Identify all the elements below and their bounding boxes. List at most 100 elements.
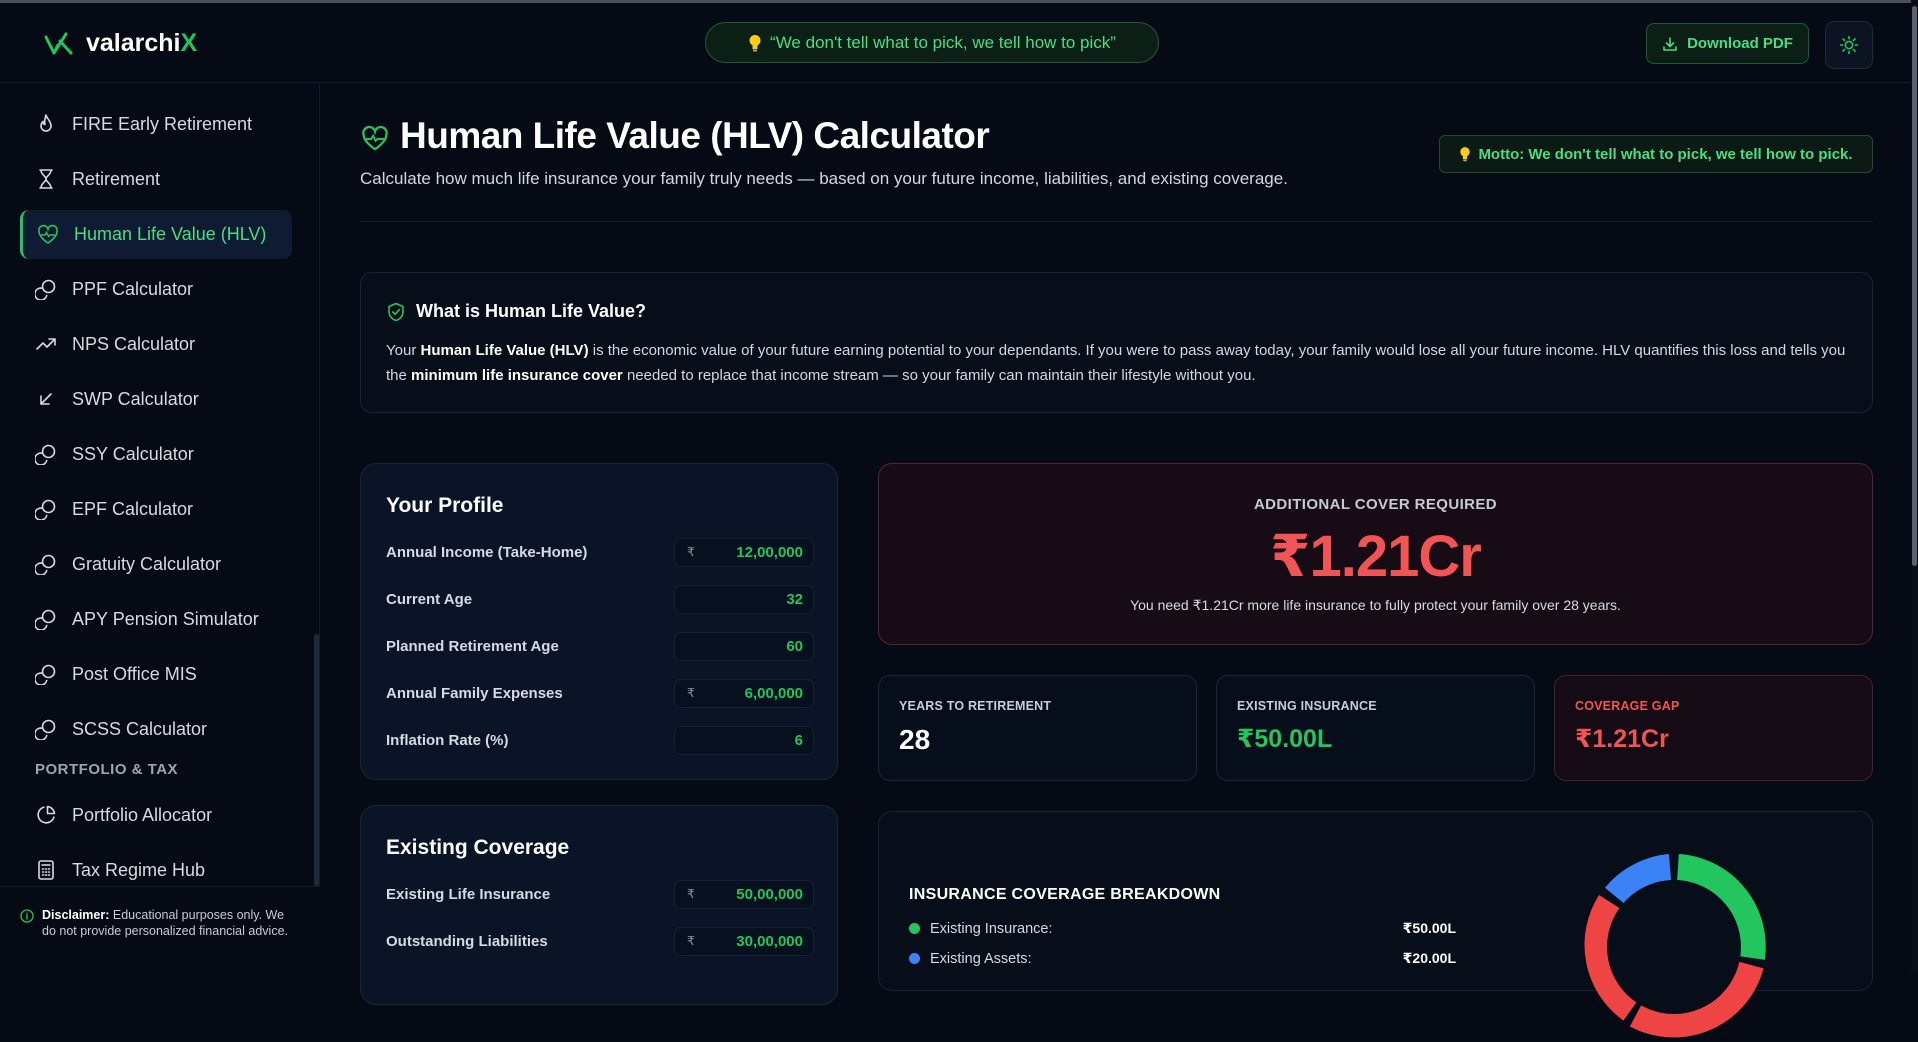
trending-up-icon: [36, 338, 56, 350]
coins-icon: [35, 609, 56, 630]
sidebar-item-label: NPS Calculator: [72, 333, 196, 354]
result-label: ADDITIONAL COVER REQUIRED: [1253, 496, 1498, 513]
sidebar-item-post-office-mis[interactable]: Post Office MIS: [20, 650, 292, 698]
logo-text: valarchiX: [86, 29, 198, 57]
shield-check-icon: [388, 302, 404, 322]
annual-income-row: Annual Income (Take-Home) ₹12,00,000: [386, 537, 814, 567]
stat-label: COVERAGE GAP: [1575, 699, 1680, 713]
current-age-row: Current Age 32: [386, 584, 814, 614]
motto-badge: Motto: We don't tell what to pick, we te…: [1439, 135, 1873, 173]
sidebar-item-label: Tax Regime Hub: [72, 859, 206, 880]
input-value: 50,00,000: [736, 885, 803, 903]
page-scrollbar-thumb[interactable]: [1912, 6, 1917, 566]
sidebar-scrollbar[interactable]: [314, 634, 319, 886]
header-divider: [360, 221, 1873, 222]
sidebar-item-hlv[interactable]: Human Life Value (HLV): [20, 210, 292, 259]
rupee-icon: ₹: [687, 686, 695, 700]
logo-mark-icon: [44, 32, 73, 54]
info-circle-icon: [20, 909, 34, 923]
disclaimer-footer: Disclaimer: Educational purposes only. W…: [0, 886, 320, 972]
sun-icon: [1839, 35, 1859, 55]
existing-insurance-input[interactable]: ₹50,00,000: [674, 879, 814, 909]
sidebar-item-apy[interactable]: APY Pension Simulator: [20, 595, 292, 643]
coins-icon: [35, 719, 56, 740]
coins-icon: [35, 499, 56, 520]
profile-panel: Your Profile Annual Income (Take-Home) ₹…: [360, 463, 838, 780]
legend-dot: [909, 953, 920, 964]
stat-label: YEARS TO RETIREMENT: [899, 699, 1052, 713]
coins-icon: [35, 279, 56, 300]
download-icon: [1663, 36, 1677, 51]
sidebar-item-label: Retirement: [72, 168, 161, 189]
breakdown-row: Existing Assets: ₹20.00L: [909, 950, 1456, 967]
sidebar-item-portfolio-allocator[interactable]: Portfolio Allocator: [20, 791, 292, 839]
sidebar-item-label: PPF Calculator: [72, 278, 194, 299]
coins-icon: [35, 554, 56, 575]
current-age-input[interactable]: 32: [674, 584, 814, 614]
hourglass-icon: [39, 169, 53, 189]
sidebar-item-ppf[interactable]: PPF Calculator: [20, 265, 292, 313]
sidebar-item-label: APY Pension Simulator: [72, 608, 259, 629]
sidebar-item-nps[interactable]: NPS Calculator: [20, 320, 292, 368]
breakdown-row: Existing Insurance: ₹50.00L: [909, 920, 1456, 937]
sidebar: FIRE Early Retirement Retirement Human L…: [0, 84, 320, 972]
profile-panel-title: Your Profile: [386, 494, 504, 517]
sidebar-item-retirement[interactable]: Retirement: [20, 155, 292, 203]
sidebar-item-ssy[interactable]: SSY Calculator: [20, 430, 292, 478]
retirement-age-row: Planned Retirement Age 60: [386, 631, 814, 661]
sidebar-item-swp[interactable]: SWP Calculator: [20, 375, 292, 423]
page-subtitle: Calculate how much life insurance your f…: [360, 169, 1288, 188]
field-label: Current Age: [386, 590, 473, 608]
outstanding-liabilities-input[interactable]: ₹30,00,000: [674, 926, 814, 956]
field-label: Annual Income (Take-Home): [386, 543, 588, 561]
coins-icon: [35, 664, 56, 685]
input-value: 32: [786, 590, 803, 608]
download-pdf-button[interactable]: Download PDF: [1646, 23, 1809, 64]
years-to-retirement-card: YEARS TO RETIREMENT 28: [878, 675, 1197, 781]
sidebar-item-label: FIRE Early Retirement: [72, 113, 253, 134]
annual-income-input[interactable]: ₹12,00,000: [674, 537, 814, 567]
breakdown-value: ₹50.00L: [1402, 920, 1456, 936]
stat-value: 28: [899, 724, 931, 755]
inflation-rate-input[interactable]: 6: [674, 725, 814, 755]
input-value: 30,00,000: [736, 932, 803, 950]
breakdown-label: Existing Assets:: [930, 950, 1032, 967]
download-pdf-label: Download PDF: [1687, 35, 1793, 52]
sidebar-section-heading: PORTFOLIO & TAX: [35, 761, 179, 778]
sidebar-item-label: Human Life Value (HLV): [74, 224, 267, 244]
rupee-icon: ₹: [687, 934, 695, 948]
sidebar-item-label: SCSS Calculator: [72, 718, 208, 739]
calculator-icon: [38, 860, 54, 880]
inflation-rate-row: Inflation Rate (%) 6: [386, 725, 814, 755]
breakdown-title: INSURANCE COVERAGE BREAKDOWN: [909, 886, 1221, 903]
info-card-body: Your Human Life Value (HLV) is the econo…: [386, 342, 1846, 384]
info-card-title: What is Human Life Value?: [416, 301, 647, 321]
field-label: Outstanding Liabilities: [386, 932, 548, 950]
coins-icon: [35, 444, 56, 465]
retirement-age-input[interactable]: 60: [674, 631, 814, 661]
sidebar-item-label: Portfolio Allocator: [72, 804, 213, 825]
coverage-donut-chart: [1584, 854, 1766, 1038]
family-expenses-row: Annual Family Expenses ₹6,00,000: [386, 678, 814, 708]
lightbulb-icon: [1460, 147, 1471, 162]
input-value: 60: [786, 637, 803, 655]
additional-cover-result-card: ADDITIONAL COVER REQUIRED ₹1.21Cr You ne…: [878, 463, 1873, 645]
breakdown-label: Existing Insurance:: [930, 920, 1053, 937]
brand-logo[interactable]: valarchiX: [44, 29, 197, 58]
breakdown-value: ₹20.00L: [1402, 950, 1456, 966]
tagline-text: “We don't tell what to pick, we tell how…: [770, 32, 1116, 52]
sidebar-item-label: SWP Calculator: [72, 388, 199, 409]
field-label: Existing Life Insurance: [386, 885, 551, 903]
existing-coverage-panel: Existing Coverage Existing Life Insuranc…: [360, 805, 838, 1005]
theme-toggle-button[interactable]: [1825, 21, 1873, 69]
sidebar-item-scss[interactable]: SCSS Calculator: [20, 705, 292, 753]
family-expenses-input[interactable]: ₹6,00,000: [674, 678, 814, 708]
sidebar-item-fire[interactable]: FIRE Early Retirement: [20, 100, 292, 148]
sidebar-item-gratuity[interactable]: Gratuity Calculator: [20, 540, 292, 588]
motto-text: Motto: We don't tell what to pick, we te…: [1478, 145, 1853, 163]
coverage-breakdown-card: INSURANCE COVERAGE BREAKDOWN Existing In…: [878, 811, 1873, 1038]
flame-icon: [40, 114, 52, 132]
stat-value: ₹1.21Cr: [1575, 725, 1669, 753]
sidebar-item-epf[interactable]: EPF Calculator: [20, 485, 292, 533]
arrow-down-left-icon: [40, 393, 52, 405]
